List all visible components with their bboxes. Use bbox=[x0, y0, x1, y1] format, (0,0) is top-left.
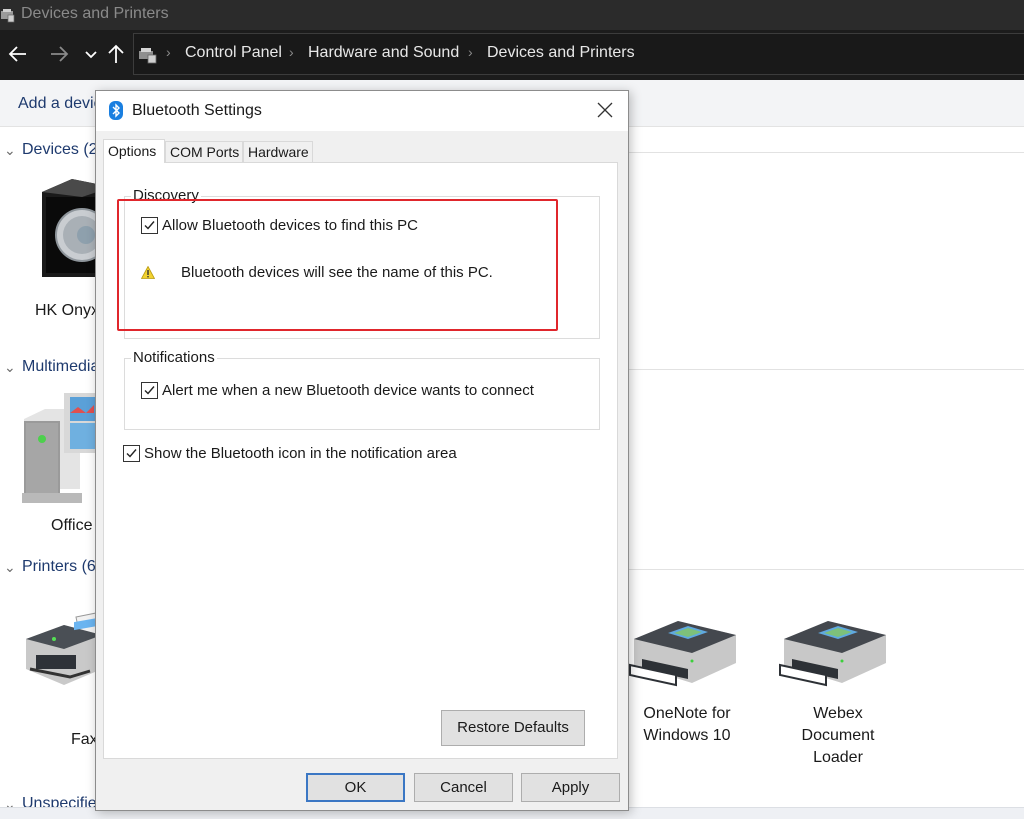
breadcrumb-separator: › bbox=[289, 44, 294, 60]
recent-locations-button[interactable] bbox=[79, 42, 103, 66]
close-button[interactable] bbox=[592, 97, 618, 123]
device-name: OneNote for Windows 10 bbox=[628, 703, 746, 747]
warning-icon bbox=[141, 266, 155, 279]
chevron-down-icon: ⌄ bbox=[4, 796, 16, 807]
warning-message: Bluetooth devices will see the name of t… bbox=[181, 264, 493, 281]
media-server-icon bbox=[22, 393, 100, 503]
breadcrumb-hardware-and-sound[interactable]: Hardware and Sound bbox=[308, 44, 459, 62]
dialog-title: Bluetooth Settings bbox=[132, 102, 262, 119]
device-name: Webex Document Loader bbox=[778, 703, 898, 769]
navigation-bar: › Control Panel › Hardware and Sound › D… bbox=[0, 30, 1024, 80]
bluetooth-settings-dialog: Bluetooth Settings Options COM Ports Har… bbox=[95, 90, 629, 811]
tab-hardware[interactable]: Hardware bbox=[243, 141, 313, 162]
discovery-group: Discovery Allow Bluetooth devices to fin… bbox=[124, 187, 600, 339]
chevron-down-icon: ⌄ bbox=[4, 359, 16, 375]
checkbox-checked[interactable] bbox=[141, 382, 158, 399]
device-name-text: Webex Document Loader bbox=[801, 705, 875, 766]
restore-defaults-button[interactable]: Restore Defaults bbox=[441, 710, 585, 746]
notifications-legend: Notifications bbox=[131, 349, 217, 366]
allow-discovery-label: Allow Bluetooth devices to find this PC bbox=[162, 217, 418, 234]
device-onenote-for-windows-10[interactable]: OneNote for Windows 10 bbox=[628, 613, 746, 747]
breadcrumb-separator: › bbox=[468, 44, 473, 60]
address-bar[interactable]: › Control Panel › Hardware and Sound › D… bbox=[133, 33, 1024, 75]
checkmark-icon bbox=[144, 386, 155, 395]
checkbox-checked[interactable] bbox=[141, 217, 158, 234]
apply-button[interactable]: Apply bbox=[521, 773, 620, 802]
cancel-button[interactable]: Cancel bbox=[414, 773, 513, 802]
arrow-right-icon bbox=[51, 46, 69, 62]
group-label: Printers (6) bbox=[22, 558, 102, 575]
fax-icon bbox=[26, 612, 103, 685]
arrow-left-icon bbox=[8, 46, 26, 62]
discovery-legend: Discovery bbox=[131, 187, 201, 204]
device-webex-document-loader[interactable]: Webex Document Loader bbox=[778, 613, 898, 769]
window-titlebar: Devices and Printers bbox=[0, 0, 1024, 30]
tab-com-ports[interactable]: COM Ports bbox=[165, 141, 243, 162]
tab-options[interactable]: Options bbox=[103, 139, 165, 163]
dialog-titlebar[interactable]: Bluetooth Settings bbox=[96, 91, 628, 131]
checkmark-icon bbox=[126, 449, 137, 458]
breadcrumb-control-panel[interactable]: Control Panel bbox=[185, 44, 282, 62]
arrow-up-icon bbox=[108, 44, 124, 63]
alert-new-device-checkbox[interactable]: Alert me when a new Bluetooth device wan… bbox=[141, 382, 534, 399]
printer-icon bbox=[779, 621, 886, 687]
group-label: Unspecified bbox=[22, 795, 106, 807]
show-bluetooth-icon-checkbox[interactable]: Show the Bluetooth icon in the notificat… bbox=[123, 445, 457, 462]
forward-button[interactable] bbox=[47, 42, 71, 66]
chevron-down-icon: ⌄ bbox=[4, 142, 16, 158]
checkbox-checked[interactable] bbox=[123, 445, 140, 462]
device-name-text: OneNote for Windows 10 bbox=[643, 705, 731, 744]
breadcrumb-devices-and-printers[interactable]: Devices and Printers bbox=[487, 44, 635, 62]
ok-button[interactable]: OK bbox=[306, 773, 405, 802]
devices-printers-icon bbox=[139, 48, 157, 64]
checkmark-icon bbox=[144, 221, 155, 230]
allow-discovery-checkbox[interactable]: Allow Bluetooth devices to find this PC bbox=[141, 217, 418, 234]
group-label: Devices (2) bbox=[22, 141, 103, 158]
alert-new-device-label: Alert me when a new Bluetooth device wan… bbox=[162, 382, 534, 399]
breadcrumb-separator: › bbox=[166, 44, 171, 60]
back-button[interactable] bbox=[6, 42, 30, 66]
discovery-warning: Bluetooth devices will see the name of t… bbox=[141, 264, 493, 281]
printer-icon bbox=[629, 621, 736, 687]
show-bluetooth-icon-label: Show the Bluetooth icon in the notificat… bbox=[144, 445, 457, 462]
chevron-down-icon bbox=[85, 51, 97, 59]
notifications-group: Notifications Alert me when a new Blueto… bbox=[124, 349, 600, 430]
chevron-down-icon: ⌄ bbox=[4, 559, 16, 575]
window-title: Devices and Printers bbox=[21, 5, 169, 22]
devices-printers-icon bbox=[1, 9, 15, 23]
options-tab-panel: Discovery Allow Bluetooth devices to fin… bbox=[103, 162, 618, 759]
bluetooth-icon bbox=[109, 101, 123, 120]
up-button[interactable] bbox=[104, 42, 128, 66]
close-icon bbox=[597, 102, 613, 118]
